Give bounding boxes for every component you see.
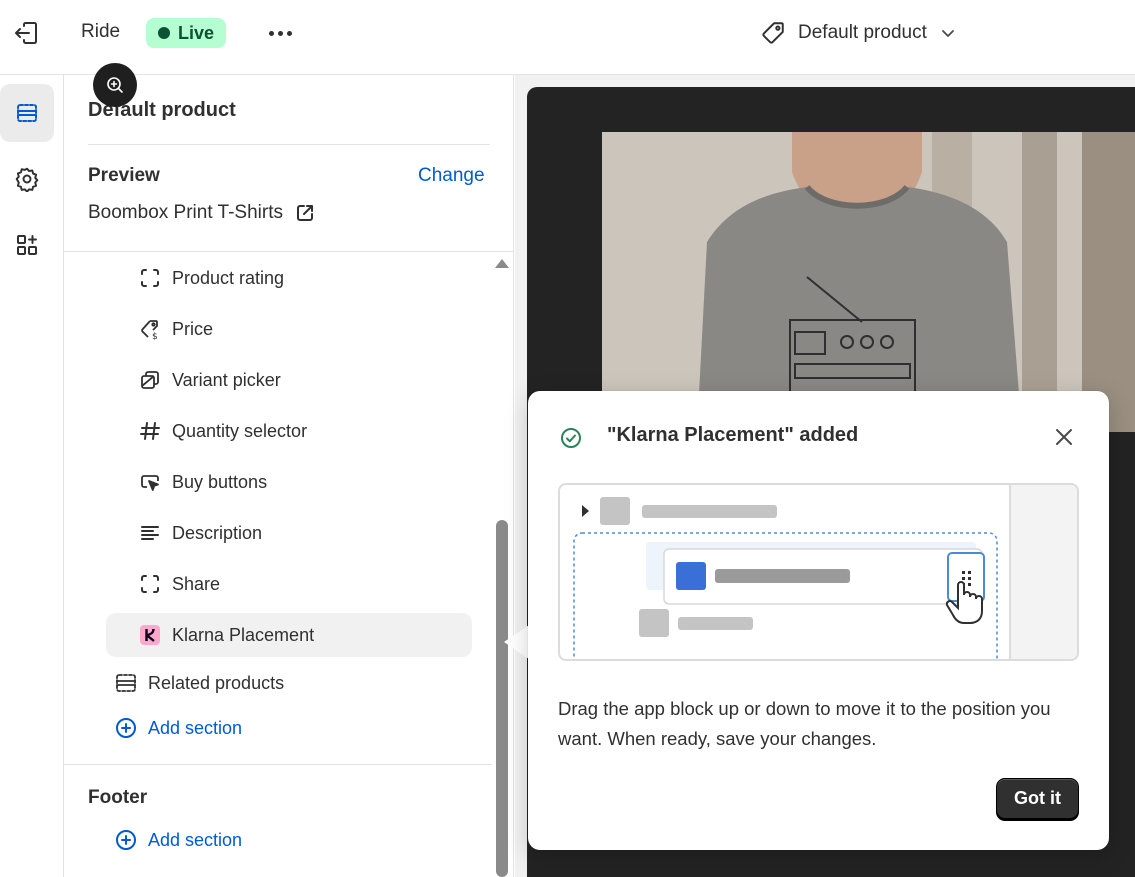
scroll-up-arrow-icon[interactable] <box>495 259 509 268</box>
external-link-icon <box>297 205 314 221</box>
plus-circle-icon <box>116 718 136 738</box>
add-section-button[interactable]: Add section <box>114 710 242 746</box>
tag-icon <box>762 22 784 44</box>
chevron-down-icon <box>941 30 954 37</box>
footer-group-label: Footer <box>88 787 148 808</box>
block-item-share[interactable]: Share <box>106 562 472 606</box>
block-item-label: Quantity selector <box>172 420 308 441</box>
block-item-quantity-selector[interactable]: Quantity selector <box>106 409 472 453</box>
sidebar-scrollbar[interactable] <box>496 520 508 877</box>
divider <box>88 144 490 145</box>
popover-arrow <box>504 625 529 659</box>
preview-product-link[interactable]: Boombox Print T-Shirts <box>88 202 315 224</box>
block-item-klarna-placement[interactable]: Klarna Placement <box>106 613 472 657</box>
template-picker[interactable]: Default product <box>760 16 957 50</box>
live-dot-icon <box>158 27 170 39</box>
got-it-button[interactable]: Got it <box>996 778 1079 819</box>
zoom-button[interactable] <box>93 63 137 107</box>
exit-icon <box>15 22 37 44</box>
svg-text:$: $ <box>152 332 158 340</box>
block-item-label: Buy buttons <box>172 471 268 492</box>
variant-icon <box>138 368 162 392</box>
change-preview-link[interactable]: Change <box>418 165 485 187</box>
popover-body: Drag the app block up or down to move it… <box>558 698 1051 749</box>
block-item-description[interactable]: Description <box>106 511 472 555</box>
zoom-in-icon <box>107 77 123 93</box>
close-icon <box>1056 429 1072 445</box>
section-item-related-products[interactable]: Related products <box>114 665 284 701</box>
drag-illustration <box>558 483 1079 661</box>
check-circle-icon <box>561 428 581 448</box>
top-bar: Ride Live Default product <box>0 0 1135 75</box>
rail-apps-button[interactable] <box>0 216 54 274</box>
block-item-label: Klarna Placement <box>172 624 315 645</box>
exit-button[interactable] <box>10 18 42 48</box>
theme-name[interactable]: Ride <box>81 21 120 43</box>
cursor-button-icon <box>138 470 162 494</box>
klarna-logo-icon <box>138 623 162 647</box>
editor-sidebar: Default product Preview Change Boombox P… <box>64 75 514 877</box>
add-section-label: Add section <box>148 717 243 738</box>
block-item-label: Product rating <box>172 267 285 288</box>
status-badge-label: Live <box>178 22 215 43</box>
add-section-label: Add section <box>148 829 243 850</box>
divider <box>64 764 492 765</box>
block-item-label: Share <box>172 573 221 594</box>
footer-add-section-button[interactable]: Add section <box>114 822 242 858</box>
more-horizontal-icon <box>268 30 274 36</box>
hash-icon <box>138 419 162 443</box>
template-name: Default product <box>798 22 927 43</box>
block-item-variant-picker[interactable]: Variant picker <box>106 358 472 402</box>
more-actions-button[interactable] <box>262 18 298 48</box>
block-item-label: Price <box>172 318 214 339</box>
dashed-square-icon <box>138 572 162 596</box>
left-rail <box>0 75 64 877</box>
status-badge: Live <box>146 18 227 48</box>
divider <box>64 251 514 252</box>
block-item-price[interactable]: $ Price <box>106 307 472 351</box>
block-item-label: Description <box>172 522 263 543</box>
block-item-label: Variant picker <box>172 369 281 390</box>
price-tag-icon: $ <box>138 317 162 341</box>
preview-label: Preview <box>88 165 160 186</box>
block-item-product-rating[interactable]: Product rating <box>106 256 472 300</box>
rail-settings-button[interactable] <box>0 150 54 208</box>
block-item-buy-buttons[interactable]: Buy buttons <box>106 460 472 504</box>
block-added-popover: "Klarna Placement" added Drag the app bl… <box>528 391 1109 850</box>
plus-circle-icon <box>116 830 136 850</box>
apps-icon <box>17 235 37 255</box>
popover-title: "Klarna Placement" added <box>607 424 859 446</box>
preview-product-name: Boombox Print T-Shirts <box>88 202 284 223</box>
settings-icon <box>15 167 39 192</box>
product-image <box>602 132 1135 432</box>
text-lines-icon <box>138 521 162 545</box>
close-button[interactable] <box>1048 421 1080 453</box>
section-icon <box>116 674 136 692</box>
rail-sections-button[interactable] <box>0 84 54 142</box>
section-item-label: Related products <box>148 672 285 693</box>
dashed-square-icon <box>138 266 162 290</box>
sections-icon <box>17 104 37 122</box>
